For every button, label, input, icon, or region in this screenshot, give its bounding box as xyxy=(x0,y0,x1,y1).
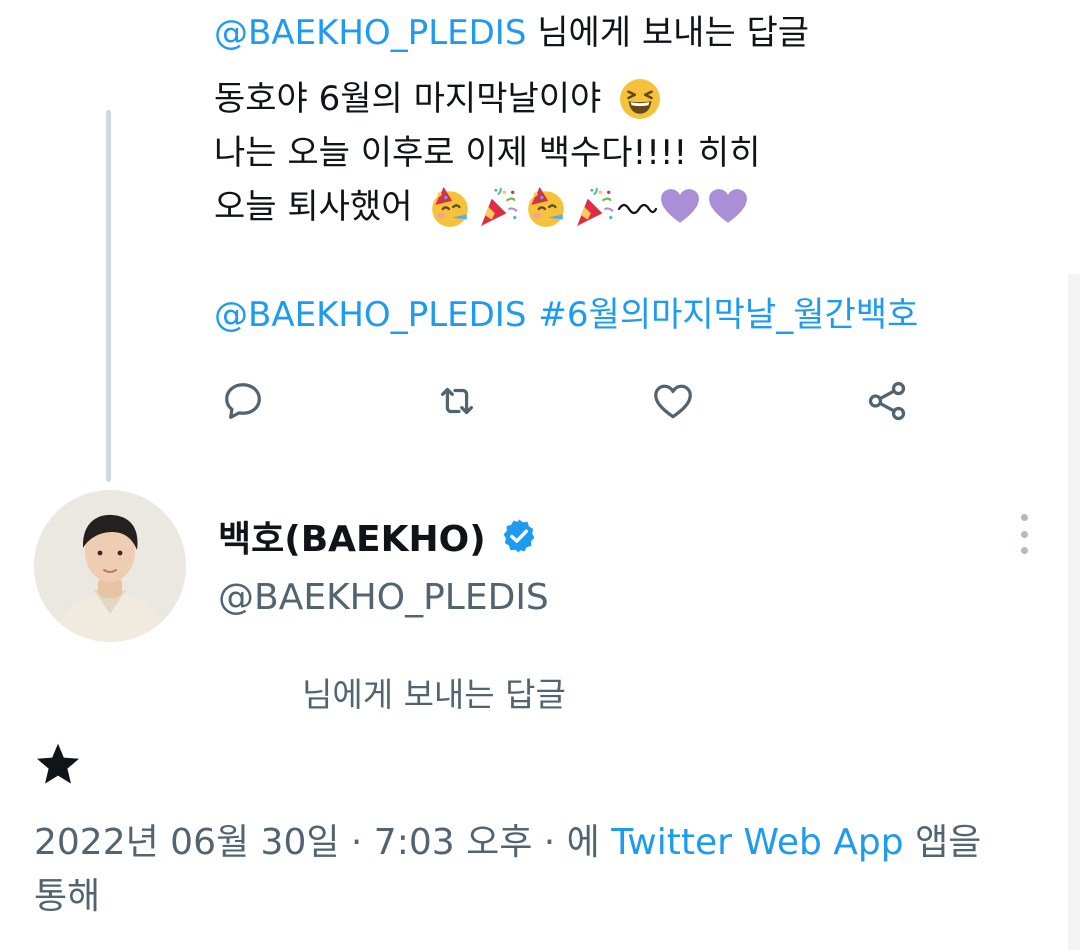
tweet-line-3-text: 오늘 퇴사했어 xyxy=(214,187,413,227)
party-popper-icon xyxy=(573,186,615,228)
profile-photo xyxy=(34,490,186,642)
tweet-action-bar xyxy=(214,374,934,428)
reply-button[interactable] xyxy=(216,374,270,428)
more-dot-icon xyxy=(1020,547,1028,554)
source-suffix-2: 통해 xyxy=(34,876,101,917)
author-name-row[interactable]: 백호(BAEKHO) xyxy=(218,508,538,564)
partying-face-icon xyxy=(525,186,567,228)
share-icon xyxy=(868,381,906,421)
source-app-link[interactable]: Twitter Web App xyxy=(611,822,903,863)
scrollbar-track[interactable] xyxy=(1068,274,1080,950)
timestamp[interactable]: 2022년 06월 30일 · 7:03 오후 · 에 xyxy=(34,822,600,863)
more-dot-icon xyxy=(1020,530,1028,538)
reply-to-suffix: 님에게 보내는 답글 xyxy=(537,13,810,53)
verified-badge-icon xyxy=(503,519,535,553)
wavy-dash-icon xyxy=(617,186,657,228)
author-handle[interactable]: @BAEKHO_PLEDIS xyxy=(218,574,549,622)
hashtag-link[interactable]: #6월의마지막날_월간백호 xyxy=(538,288,918,342)
tweet-metadata: 2022년 06월 30일 · 7:03 오후 · 에 Twitter Web … xyxy=(34,816,1034,924)
retweet-button[interactable] xyxy=(430,374,484,428)
tweet-line-1-text: 동호야 6월의 마지막날이야 xyxy=(214,79,602,119)
more-options-button[interactable] xyxy=(1006,514,1042,554)
purple-heart-icon xyxy=(707,186,749,228)
replying-to-line: @BAEKHO_PLEDIS 님에게 보내는 답글 xyxy=(214,10,809,60)
tweet-line-1: 동호야 6월의 마지막날이야 xyxy=(214,72,1044,126)
party-popper-icon xyxy=(477,186,519,228)
tweet-line-3: 오늘 퇴사했어 xyxy=(214,180,1044,234)
partying-face-icon xyxy=(429,186,471,228)
tweet-line-2: 나는 오늘 이후로 이제 백수다!!!! 히히 xyxy=(214,126,1044,180)
avatar[interactable] xyxy=(34,490,186,642)
source-suffix: 앱을 xyxy=(915,822,982,863)
like-button[interactable] xyxy=(646,374,700,428)
share-button[interactable] xyxy=(860,374,914,428)
speech-bubble-icon xyxy=(225,383,261,419)
mention-link[interactable]: @BAEKHO_PLEDIS xyxy=(214,288,526,342)
parent-tweet-text: 동호야 6월의 마지막날이야 나는 오늘 이후로 이제 백수다!!!! 히히 오… xyxy=(214,72,1044,342)
star-icon xyxy=(37,743,79,784)
replying-to-label: 님에게 보내는 답글 xyxy=(302,675,566,714)
retweet-icon xyxy=(440,387,474,415)
heart-icon xyxy=(654,384,692,419)
thread-connector-line xyxy=(106,110,111,482)
grinning-squinting-face-icon xyxy=(619,78,661,120)
reply-to-handle-link[interactable]: @BAEKHO_PLEDIS xyxy=(214,13,526,53)
display-name[interactable]: 백호(BAEKHO) xyxy=(218,510,486,562)
purple-heart-icon xyxy=(659,186,701,228)
more-dot-icon xyxy=(1020,514,1028,521)
tweet-line-2-text: 나는 오늘 이후로 이제 백수다!!!! 히히 xyxy=(214,133,761,173)
tweet-line-mentions: @BAEKHO_PLEDIS #6월의마지막날_월간백호 xyxy=(214,288,1044,342)
